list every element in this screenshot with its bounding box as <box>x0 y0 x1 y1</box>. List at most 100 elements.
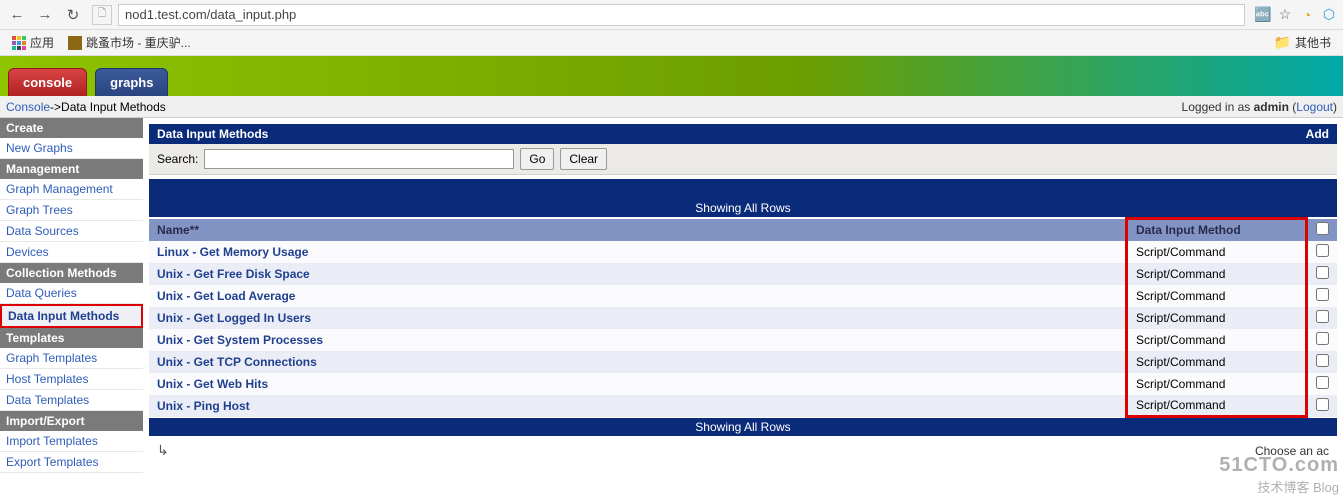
breadcrumb-bar: Console -> Data Input Methods Logged in … <box>0 96 1343 118</box>
table-row: Unix - Get Web Hits Script/Command <box>149 373 1337 395</box>
login-user: admin <box>1254 100 1289 114</box>
row-checkbox[interactable] <box>1316 244 1329 257</box>
bookmarks-bar: 应用 跳蚤市场 - 重庆驴... 📁 其他书 <box>0 30 1343 56</box>
sidebar-item[interactable]: Data Templates <box>0 390 143 411</box>
footer-row: ↳ Choose an ac <box>149 436 1337 465</box>
bookmark-favicon-icon <box>68 36 82 50</box>
tab-console[interactable]: console <box>8 68 87 96</box>
bookmark-star-icon[interactable]: ☆ <box>1275 5 1295 25</box>
row-name-link[interactable]: Unix - Get Free Disk Space <box>157 267 310 281</box>
app-banner: console graphs <box>0 56 1343 96</box>
search-input[interactable] <box>204 149 514 169</box>
sidebar-item[interactable]: Data Input Methods <box>0 304 143 328</box>
sidebar-heading: Management <box>0 159 143 179</box>
site-icon: 🗋 <box>92 5 112 25</box>
row-method: Script/Command <box>1127 307 1307 329</box>
forward-button[interactable]: → <box>32 3 58 27</box>
col-method[interactable]: Data Input Method <box>1127 219 1307 241</box>
row-checkbox[interactable] <box>1316 288 1329 301</box>
sidebar-item[interactable]: Host Templates <box>0 369 143 390</box>
go-button[interactable]: Go <box>520 148 554 170</box>
search-label: Search: <box>157 152 198 166</box>
panel-title: Data Input Methods <box>157 127 268 141</box>
row-checkbox[interactable] <box>1316 398 1329 411</box>
row-name-link[interactable]: Unix - Get Web Hits <box>157 377 268 391</box>
other-bookmarks-label: 其他书 <box>1295 34 1331 51</box>
reload-button[interactable]: ↻ <box>60 3 86 27</box>
main-layout: CreateNew GraphsManagementGraph Manageme… <box>0 118 1343 473</box>
browser-toolbar: ← → ↻ 🗋 nod1.test.com/data_input.php 🔤 ☆… <box>0 0 1343 30</box>
logout-link[interactable]: Logout <box>1296 100 1333 114</box>
table-row: Linux - Get Memory Usage Script/Command <box>149 241 1337 263</box>
sidebar-item[interactable]: Graph Trees <box>0 200 143 221</box>
row-method: Script/Command <box>1127 241 1307 263</box>
col-select-all[interactable] <box>1307 219 1338 241</box>
table-row: Unix - Get Logged In Users Script/Command <box>149 307 1337 329</box>
table-row: Unix - Get System Processes Script/Comman… <box>149 329 1337 351</box>
row-checkbox[interactable] <box>1316 310 1329 323</box>
showing-bottom: Showing All Rows <box>149 418 1337 436</box>
address-bar[interactable]: nod1.test.com/data_input.php <box>118 4 1245 26</box>
sidebar: CreateNew GraphsManagementGraph Manageme… <box>0 118 143 473</box>
return-icon: ↳ <box>157 442 169 459</box>
row-name-link[interactable]: Unix - Get Logged In Users <box>157 311 311 325</box>
col-name[interactable]: Name** <box>149 219 1127 241</box>
clear-button[interactable]: Clear <box>560 148 607 170</box>
watermark-line2: 技术博客 Blog <box>1219 477 1339 496</box>
row-name-link[interactable]: Unix - Get System Processes <box>157 333 323 347</box>
row-checkbox[interactable] <box>1316 354 1329 367</box>
breadcrumb-console-link[interactable]: Console <box>6 100 50 114</box>
row-method: Script/Command <box>1127 263 1307 285</box>
sidebar-item[interactable]: Data Sources <box>0 221 143 242</box>
sidebar-item[interactable]: Data Queries <box>0 283 143 304</box>
other-bookmarks[interactable]: 📁 其他书 <box>1270 32 1335 53</box>
breadcrumb-current: Data Input Methods <box>61 100 166 114</box>
row-checkbox[interactable] <box>1316 266 1329 279</box>
translate-icon[interactable]: 🔤 <box>1253 5 1273 25</box>
row-method: Script/Command <box>1127 285 1307 307</box>
table-row: Unix - Ping Host Script/Command <box>149 395 1337 417</box>
row-method: Script/Command <box>1127 373 1307 395</box>
sidebar-item[interactable]: Graph Management <box>0 179 143 200</box>
row-name-link[interactable]: Unix - Get TCP Connections <box>157 355 317 369</box>
ext2-icon[interactable]: ⬡ <box>1319 5 1339 25</box>
row-method: Script/Command <box>1127 395 1307 417</box>
sidebar-item[interactable]: Devices <box>0 242 143 263</box>
sidebar-item[interactable]: Graph Templates <box>0 348 143 369</box>
add-link[interactable]: Add <box>1306 127 1329 141</box>
row-checkbox[interactable] <box>1316 332 1329 345</box>
sidebar-heading: Create <box>0 118 143 138</box>
bookmark-flea-market[interactable]: 跳蚤市场 - 重庆驴... <box>64 32 195 53</box>
login-prefix: Logged in as <box>1182 100 1254 114</box>
row-name-link[interactable]: Unix - Ping Host <box>157 399 250 413</box>
band-spacer <box>149 179 1337 199</box>
search-row: Search: Go Clear <box>149 144 1337 175</box>
bookmark-label: 跳蚤市场 - 重庆驴... <box>86 34 191 51</box>
apps-shortcut[interactable]: 应用 <box>8 32 58 53</box>
login-info: Logged in as admin (Logout) <box>1182 100 1337 114</box>
row-checkbox[interactable] <box>1316 376 1329 389</box>
footer-action-text: Choose an ac <box>1255 444 1329 458</box>
row-method: Script/Command <box>1127 351 1307 373</box>
sidebar-item[interactable]: Import Templates <box>0 431 143 452</box>
content: Data Input Methods Add Search: Go Clear … <box>143 118 1343 473</box>
sidebar-heading: Collection Methods <box>0 263 143 283</box>
row-name-link[interactable]: Linux - Get Memory Usage <box>157 245 308 259</box>
folder-icon: 📁 <box>1274 34 1291 51</box>
apps-grid-icon <box>12 36 26 50</box>
row-method: Script/Command <box>1127 329 1307 351</box>
ext1-icon[interactable]: ◔ <box>1297 5 1317 25</box>
row-name-link[interactable]: Unix - Get Load Average <box>157 289 295 303</box>
sidebar-heading: Templates <box>0 328 143 348</box>
sidebar-heading: Import/Export <box>0 411 143 431</box>
tab-graphs[interactable]: graphs <box>95 68 168 96</box>
sidebar-item[interactable]: New Graphs <box>0 138 143 159</box>
panel-header: Data Input Methods Add <box>149 124 1337 144</box>
back-button[interactable]: ← <box>4 3 30 27</box>
data-table: Name** Data Input Method Linux - Get Mem… <box>149 217 1337 418</box>
apps-label: 应用 <box>30 34 54 51</box>
select-all-checkbox[interactable] <box>1316 222 1329 235</box>
breadcrumb-sep: -> <box>50 100 61 114</box>
sidebar-item[interactable]: Export Templates <box>0 452 143 473</box>
table-row: Unix - Get Free Disk Space Script/Command <box>149 263 1337 285</box>
